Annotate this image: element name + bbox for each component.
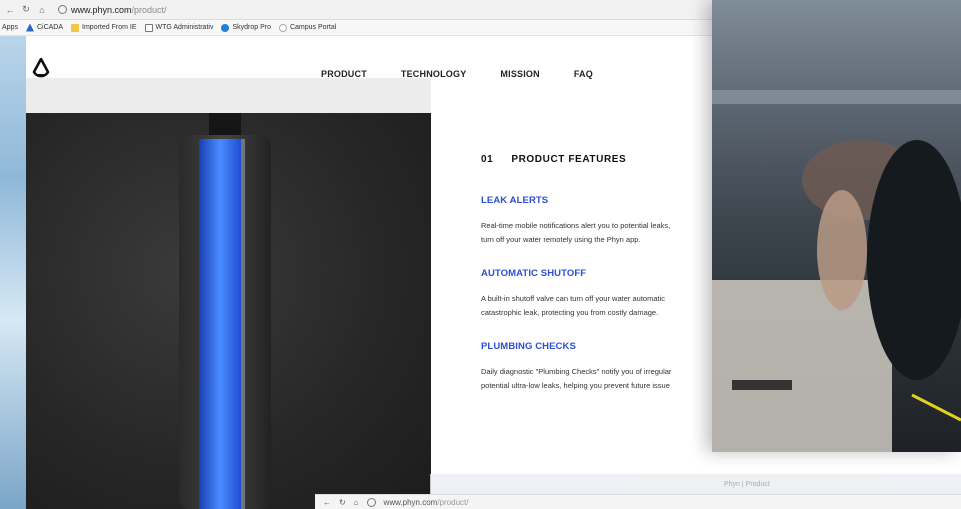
nav-product[interactable]: PRODUCT [321, 69, 367, 79]
bookmark-skydrop[interactable]: Skydrop Pro [221, 23, 271, 32]
desktop-background-strip [0, 36, 26, 509]
bookmark-campus-portal[interactable]: Campus Portal [278, 23, 336, 32]
bookmark-apps[interactable]: Apps [2, 24, 18, 31]
url-path: /product/ [131, 4, 167, 15]
nav-technology[interactable]: TECHNOLOGY [401, 69, 467, 79]
bottom-tab-strip: Phyn | Product [430, 474, 961, 494]
nav-mission[interactable]: MISSION [500, 69, 539, 79]
photo-content [712, 90, 961, 452]
bottom-address-bar: ← ↻ ⌂ www.phyn.com /product/ [315, 494, 961, 509]
phyn-logo-icon[interactable] [31, 58, 51, 86]
nav-faq[interactable]: FAQ [574, 69, 593, 79]
bookmark-cicada[interactable]: CiCADA [25, 23, 63, 32]
bookmarks-bar: Apps CiCADA Imported From IE WTG Adminis… [0, 20, 720, 36]
campus-portal-icon [278, 23, 287, 32]
site-header: PRODUCT TECHNOLOGY MISSION FAQ [26, 36, 726, 114]
bookmark-wtg[interactable]: WTG Administrativ [144, 23, 213, 32]
overlapping-photo [712, 0, 961, 452]
cicada-icon [25, 23, 34, 32]
back-icon[interactable]: ← [323, 498, 331, 507]
address-bar: ← ↻ ⌂ www.phyn.com /product/ [0, 0, 720, 20]
main-nav: PRODUCT TECHNOLOGY MISSION FAQ [321, 69, 593, 79]
url-field[interactable]: www.phyn.com /product/ [58, 5, 167, 15]
url-path: /product/ [437, 497, 469, 507]
home-icon[interactable]: ⌂ [354, 498, 359, 507]
bookmark-imported[interactable]: Imported From IE [71, 23, 137, 32]
back-icon[interactable]: ← [4, 5, 16, 15]
info-icon [58, 5, 67, 14]
url-host[interactable]: www.phyn.com [384, 498, 438, 507]
reload-icon[interactable]: ↻ [20, 4, 32, 15]
product-image [26, 113, 431, 509]
phyn-device-image [179, 113, 271, 509]
folder-icon [71, 23, 80, 32]
section-number: 01 [481, 154, 494, 165]
section-title: PRODUCT FEATURES [511, 154, 627, 165]
reload-icon[interactable]: ↻ [339, 498, 346, 507]
home-icon[interactable]: ⌂ [36, 5, 48, 15]
document-icon [144, 23, 153, 32]
info-icon [366, 497, 376, 507]
url-host: www.phyn.com [71, 4, 132, 15]
skydrop-icon [221, 23, 230, 32]
tab-phyn-product[interactable]: Phyn | Product [724, 481, 770, 488]
